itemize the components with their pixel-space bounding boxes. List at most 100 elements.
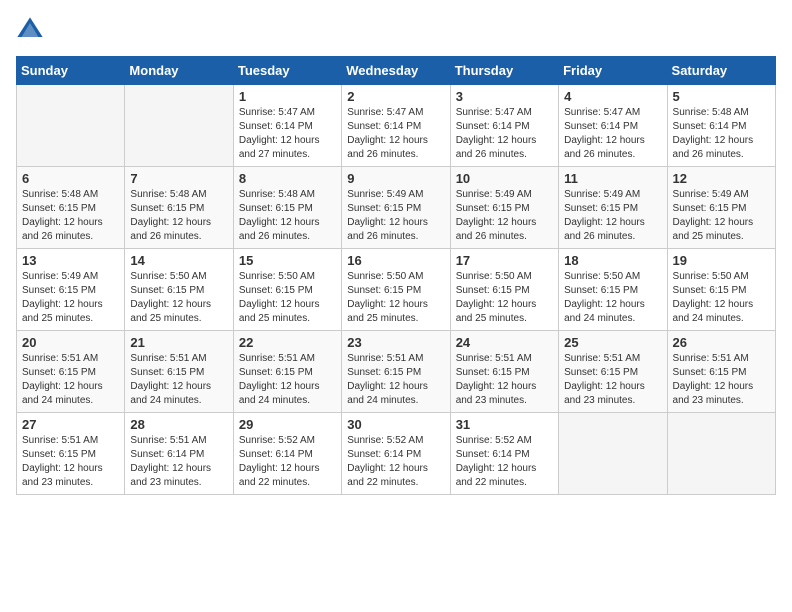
day-info: Sunrise: 5:51 AM Sunset: 6:15 PM Dayligh… — [347, 352, 444, 408]
calendar-cell: 22 Sunrise: 5:51 AM Sunset: 6:15 PM Dayli… — [233, 331, 341, 413]
day-number: 25 — [564, 335, 661, 350]
calendar-cell — [667, 413, 775, 495]
day-number: 16 — [347, 253, 444, 268]
day-number: 19 — [673, 253, 770, 268]
day-number: 24 — [456, 335, 553, 350]
day-info: Sunrise: 5:52 AM Sunset: 6:14 PM Dayligh… — [239, 434, 336, 490]
calendar-cell: 28Sunrise: 5:51 AM Sunset: 6:14 PM Dayli… — [125, 413, 233, 495]
day-number: 4 — [564, 89, 661, 104]
day-info: Sunrise: 5:51 AM Sunset: 6:15 PM Dayligh… — [673, 352, 770, 408]
day-number: 23 — [347, 335, 444, 350]
day-number: 18 — [564, 253, 661, 268]
day-number: 10 — [456, 171, 553, 186]
calendar-cell: 9 Sunrise: 5:49 AM Sunset: 6:15 PM Daylig… — [342, 167, 450, 249]
calendar-cell: 20Sunrise: 5:51 AM Sunset: 6:15 PM Dayli… — [17, 331, 125, 413]
day-info: Sunrise: 5:49 AM Sunset: 6:15 PM Dayligh… — [22, 270, 119, 326]
day-number: 3 — [456, 89, 553, 104]
day-info: Sunrise: 5:51 AM Sunset: 6:15 PM Dayligh… — [456, 352, 553, 408]
calendar-cell: 30 Sunrise: 5:52 AM Sunset: 6:14 PM Dayli… — [342, 413, 450, 495]
day-info: Sunrise: 5:50 AM Sunset: 6:15 PM Dayligh… — [564, 270, 661, 326]
day-info: Sunrise: 5:49 AM Sunset: 6:15 PM Dayligh… — [673, 188, 770, 244]
calendar-cell: 21 Sunrise: 5:51 AM Sunset: 6:15 PM Dayli… — [125, 331, 233, 413]
calendar-cell: 29 Sunrise: 5:52 AM Sunset: 6:14 PM Dayli… — [233, 413, 341, 495]
day-info: Sunrise: 5:51 AM Sunset: 6:15 PM Dayligh… — [239, 352, 336, 408]
day-number: 6 — [22, 171, 119, 186]
calendar-cell — [17, 85, 125, 167]
day-info: Sunrise: 5:47 AM Sunset: 6:14 PM Dayligh… — [456, 106, 553, 162]
day-info: Sunrise: 5:47 AM Sunset: 6:14 PM Dayligh… — [239, 106, 336, 162]
day-number: 29 — [239, 417, 336, 432]
calendar-cell: 7Sunrise: 5:48 AM Sunset: 6:15 PM Daylig… — [125, 167, 233, 249]
page-header — [16, 16, 776, 44]
logo-icon — [16, 16, 44, 44]
calendar-cell: 15 Sunrise: 5:50 AM Sunset: 6:15 PM Dayli… — [233, 249, 341, 331]
weekday-header-row: SundayMondayTuesdayWednesdayThursdayFrid… — [17, 57, 776, 85]
calendar-week-2: 6 Sunrise: 5:48 AM Sunset: 6:15 PM Daylig… — [17, 167, 776, 249]
weekday-header-saturday: Saturday — [667, 57, 775, 85]
calendar-week-4: 20Sunrise: 5:51 AM Sunset: 6:15 PM Dayli… — [17, 331, 776, 413]
day-number: 17 — [456, 253, 553, 268]
calendar-cell: 25Sunrise: 5:51 AM Sunset: 6:15 PM Dayli… — [559, 331, 667, 413]
weekday-header-monday: Monday — [125, 57, 233, 85]
calendar-cell: 26 Sunrise: 5:51 AM Sunset: 6:15 PM Dayli… — [667, 331, 775, 413]
calendar-cell: 13Sunrise: 5:49 AM Sunset: 6:15 PM Dayli… — [17, 249, 125, 331]
day-number: 30 — [347, 417, 444, 432]
day-number: 9 — [347, 171, 444, 186]
calendar-week-3: 13Sunrise: 5:49 AM Sunset: 6:15 PM Dayli… — [17, 249, 776, 331]
weekday-header-tuesday: Tuesday — [233, 57, 341, 85]
day-info: Sunrise: 5:48 AM Sunset: 6:15 PM Dayligh… — [239, 188, 336, 244]
day-number: 1 — [239, 89, 336, 104]
calendar-cell: 18 Sunrise: 5:50 AM Sunset: 6:15 PM Dayli… — [559, 249, 667, 331]
day-info: Sunrise: 5:47 AM Sunset: 6:14 PM Dayligh… — [347, 106, 444, 162]
day-number: 8 — [239, 171, 336, 186]
calendar-cell: 16 Sunrise: 5:50 AM Sunset: 6:15 PM Dayli… — [342, 249, 450, 331]
calendar-cell: 8 Sunrise: 5:48 AM Sunset: 6:15 PM Daylig… — [233, 167, 341, 249]
day-number: 2 — [347, 89, 444, 104]
calendar-cell: 14Sunrise: 5:50 AM Sunset: 6:15 PM Dayli… — [125, 249, 233, 331]
day-number: 26 — [673, 335, 770, 350]
day-info: Sunrise: 5:50 AM Sunset: 6:15 PM Dayligh… — [456, 270, 553, 326]
day-number: 21 — [130, 335, 227, 350]
calendar-cell: 12 Sunrise: 5:49 AM Sunset: 6:15 PM Dayli… — [667, 167, 775, 249]
day-number: 31 — [456, 417, 553, 432]
calendar-cell — [125, 85, 233, 167]
calendar-cell: 3 Sunrise: 5:47 AM Sunset: 6:14 PM Daylig… — [450, 85, 558, 167]
day-info: Sunrise: 5:52 AM Sunset: 6:14 PM Dayligh… — [347, 434, 444, 490]
day-info: Sunrise: 5:48 AM Sunset: 6:15 PM Dayligh… — [22, 188, 119, 244]
calendar-cell: 24 Sunrise: 5:51 AM Sunset: 6:15 PM Dayli… — [450, 331, 558, 413]
day-info: Sunrise: 5:50 AM Sunset: 6:15 PM Dayligh… — [347, 270, 444, 326]
day-number: 15 — [239, 253, 336, 268]
calendar-week-5: 27 Sunrise: 5:51 AM Sunset: 6:15 PM Dayli… — [17, 413, 776, 495]
day-info: Sunrise: 5:49 AM Sunset: 6:15 PM Dayligh… — [456, 188, 553, 244]
calendar-cell: 4Sunrise: 5:47 AM Sunset: 6:14 PM Daylig… — [559, 85, 667, 167]
calendar-cell: 11 Sunrise: 5:49 AM Sunset: 6:15 PM Dayli… — [559, 167, 667, 249]
day-info: Sunrise: 5:50 AM Sunset: 6:15 PM Dayligh… — [673, 270, 770, 326]
calendar-cell: 5Sunrise: 5:48 AM Sunset: 6:14 PM Daylig… — [667, 85, 775, 167]
calendar-week-1: 1 Sunrise: 5:47 AM Sunset: 6:14 PM Daylig… — [17, 85, 776, 167]
weekday-header-friday: Friday — [559, 57, 667, 85]
calendar-cell: 17 Sunrise: 5:50 AM Sunset: 6:15 PM Dayli… — [450, 249, 558, 331]
day-info: Sunrise: 5:49 AM Sunset: 6:15 PM Dayligh… — [347, 188, 444, 244]
calendar-table: SundayMondayTuesdayWednesdayThursdayFrid… — [16, 56, 776, 495]
day-info: Sunrise: 5:52 AM Sunset: 6:14 PM Dayligh… — [456, 434, 553, 490]
day-info: Sunrise: 5:51 AM Sunset: 6:15 PM Dayligh… — [130, 352, 227, 408]
weekday-header-thursday: Thursday — [450, 57, 558, 85]
calendar-cell: 1 Sunrise: 5:47 AM Sunset: 6:14 PM Daylig… — [233, 85, 341, 167]
day-info: Sunrise: 5:51 AM Sunset: 6:15 PM Dayligh… — [22, 434, 119, 490]
day-number: 5 — [673, 89, 770, 104]
day-number: 12 — [673, 171, 770, 186]
day-number: 28 — [130, 417, 227, 432]
calendar-cell: 19 Sunrise: 5:50 AM Sunset: 6:15 PM Dayli… — [667, 249, 775, 331]
day-number: 27 — [22, 417, 119, 432]
day-info: Sunrise: 5:49 AM Sunset: 6:15 PM Dayligh… — [564, 188, 661, 244]
calendar-cell — [559, 413, 667, 495]
calendar-cell: 2 Sunrise: 5:47 AM Sunset: 6:14 PM Daylig… — [342, 85, 450, 167]
day-number: 22 — [239, 335, 336, 350]
logo — [16, 16, 50, 44]
day-number: 11 — [564, 171, 661, 186]
calendar-cell: 23 Sunrise: 5:51 AM Sunset: 6:15 PM Dayli… — [342, 331, 450, 413]
day-info: Sunrise: 5:50 AM Sunset: 6:15 PM Dayligh… — [239, 270, 336, 326]
weekday-header-wednesday: Wednesday — [342, 57, 450, 85]
calendar-cell: 6 Sunrise: 5:48 AM Sunset: 6:15 PM Daylig… — [17, 167, 125, 249]
weekday-header-sunday: Sunday — [17, 57, 125, 85]
